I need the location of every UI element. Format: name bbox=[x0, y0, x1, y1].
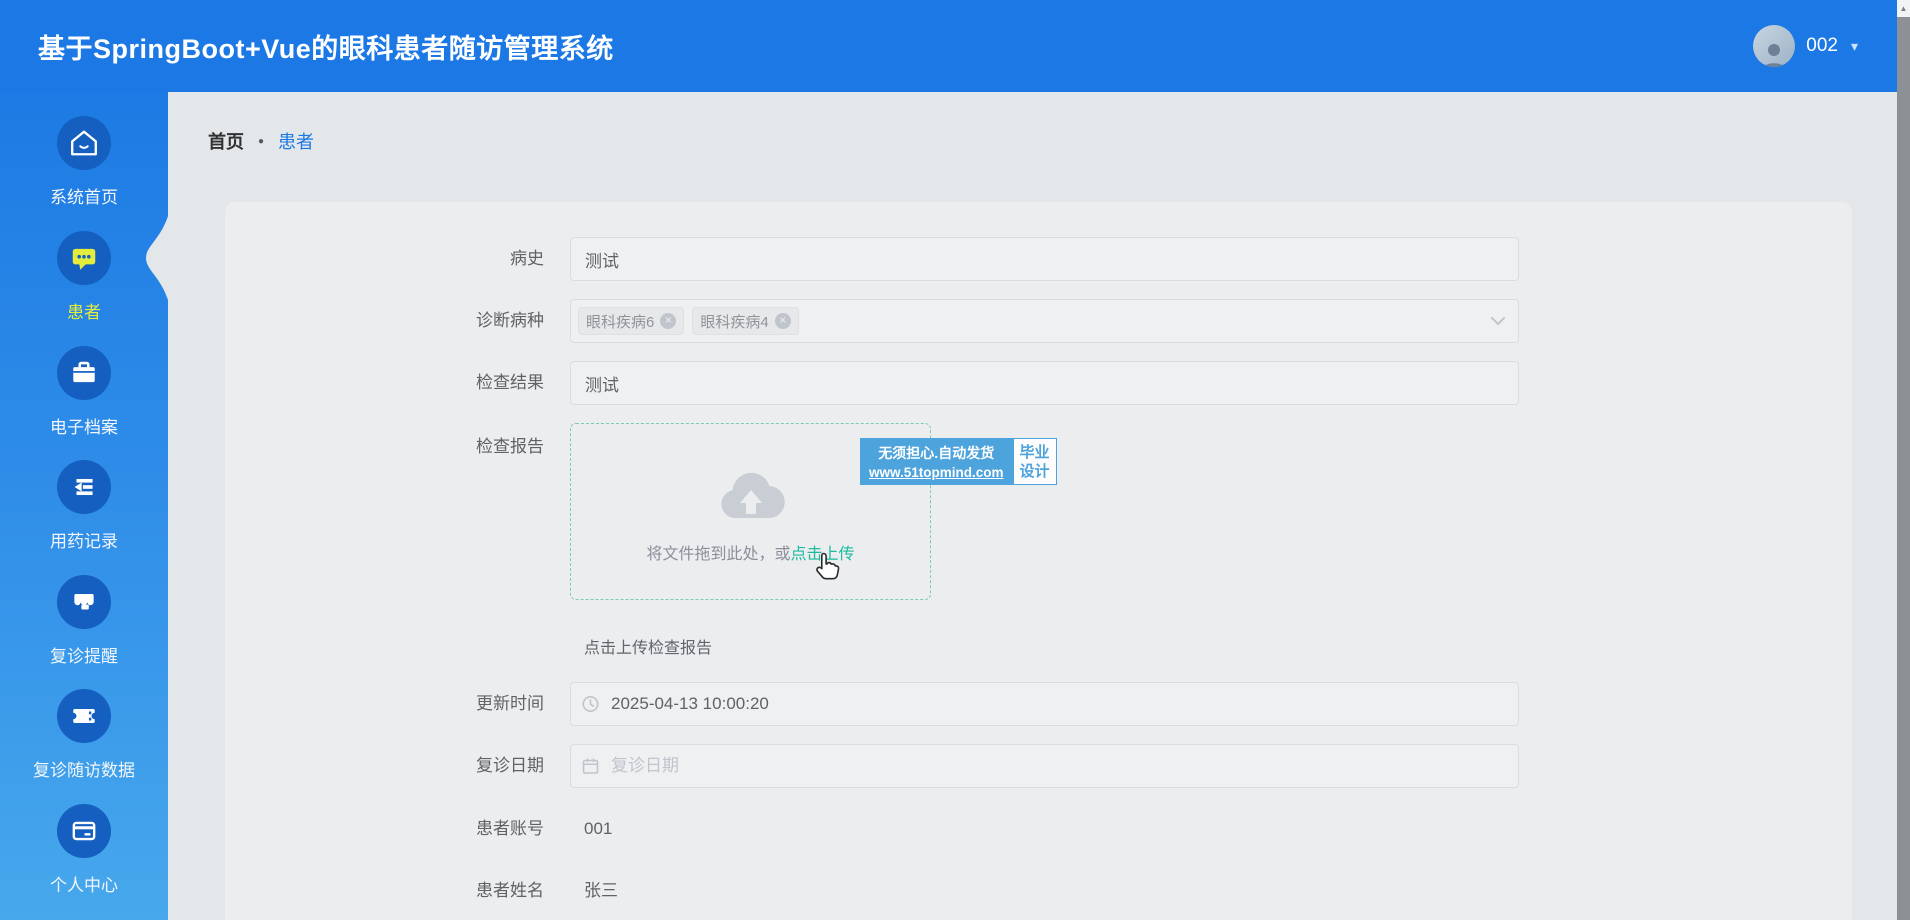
ticket-icon bbox=[70, 709, 98, 723]
username[interactable]: 002 bbox=[1806, 35, 1838, 57]
diagnosis-multiselect[interactable]: 眼科疾病6 × 眼科疾病4 × bbox=[570, 299, 1519, 343]
breadcrumb: 首页 ● 患者 bbox=[208, 128, 314, 154]
update-time-label: 更新时间 bbox=[476, 694, 544, 713]
watermark-link: www.51topmind.com bbox=[869, 465, 1004, 480]
chat-bubble-icon bbox=[72, 248, 96, 270]
form-row-medical-history: 病史 bbox=[225, 237, 1852, 281]
sidebar-nav: 系统首页 患者 电子档案 用药记录 复诊提醒 复诊随访数据 个人中心 bbox=[0, 92, 168, 920]
diagnosis-tag: 眼科疾病6 × bbox=[578, 307, 685, 335]
sidebar-item-label: 复诊随访数据 bbox=[33, 761, 135, 780]
list-arrow-icon bbox=[74, 478, 93, 496]
sidebar-item-label: 复诊提醒 bbox=[50, 647, 118, 666]
patient-form-card: 病史 诊断病种 眼科疾病6 × 眼科疾病4 × 检查 bbox=[225, 202, 1852, 920]
patient-account-value: 001 bbox=[584, 819, 613, 838]
page-scrollbar[interactable]: ▲ bbox=[1897, 0, 1910, 920]
revisit-date-label: 复诊日期 bbox=[476, 756, 544, 775]
medical-history-label: 病史 bbox=[510, 249, 544, 268]
chevron-down-icon[interactable]: ▾ bbox=[1851, 38, 1858, 55]
reminder-icon bbox=[74, 593, 94, 610]
exam-result-input[interactable] bbox=[570, 361, 1519, 405]
upload-hint-text: 点击上传检查报告 bbox=[584, 640, 713, 657]
tag-label: 眼科疾病6 bbox=[586, 313, 655, 331]
form-row-diagnosis: 诊断病种 眼科疾病6 × 眼科疾病4 × bbox=[225, 299, 1852, 343]
app-title: 基于SpringBoot+Vue的眼科患者随访管理系统 bbox=[38, 33, 614, 64]
avatar[interactable] bbox=[1753, 25, 1796, 67]
sidebar-item-label: 个人中心 bbox=[50, 876, 118, 895]
user-menu[interactable]: 002 ▾ bbox=[1753, 25, 1858, 67]
exam-report-label: 检查报告 bbox=[476, 437, 544, 456]
medical-history-input[interactable] bbox=[570, 237, 1519, 281]
breadcrumb-current[interactable]: 患者 bbox=[278, 128, 314, 154]
form-row-update-time: 更新时间 bbox=[225, 682, 1852, 726]
breadcrumb-home[interactable]: 首页 bbox=[208, 128, 244, 154]
tag-label: 眼科疾病4 bbox=[700, 313, 769, 331]
sidebar-item-label: 用药记录 bbox=[50, 532, 118, 551]
sidebar-item-label: 电子档案 bbox=[50, 418, 118, 437]
scroll-up-icon[interactable]: ▲ bbox=[1897, 0, 1910, 17]
briefcase-icon bbox=[73, 361, 95, 383]
sidebar-item-followup-data[interactable]: 复诊随访数据 bbox=[0, 689, 168, 781]
revisit-date-input[interactable] bbox=[570, 744, 1519, 788]
sidebar-item-patients[interactable]: 患者 bbox=[0, 231, 168, 323]
sidebar-item-label: 系统首页 bbox=[50, 188, 118, 207]
form-row-exam-result: 检查结果 bbox=[225, 361, 1852, 405]
sidebar-item-home[interactable]: 系统首页 bbox=[0, 116, 168, 208]
person-silhouette-icon bbox=[1763, 44, 1786, 67]
tag-close-icon[interactable]: × bbox=[660, 313, 677, 329]
sidebar-item-profile[interactable]: 个人中心 bbox=[0, 804, 168, 896]
form-row-revisit-date: 复诊日期 bbox=[225, 744, 1852, 788]
clock-icon bbox=[582, 696, 599, 712]
patient-name-label: 患者姓名 bbox=[476, 881, 544, 900]
tag-close-icon[interactable]: × bbox=[774, 313, 791, 329]
form-row-upload-hint: 点击上传检查报告 bbox=[225, 634, 1852, 658]
sidebar-item-medication[interactable]: 用药记录 bbox=[0, 460, 168, 552]
hand-cursor-icon bbox=[816, 552, 840, 580]
watermark-badge: 毕业 设计 bbox=[1012, 438, 1057, 485]
breadcrumb-separator-dot: ● bbox=[258, 135, 265, 147]
sidebar-item-label: 患者 bbox=[67, 303, 101, 322]
update-time-input[interactable] bbox=[570, 682, 1519, 726]
chevron-down-icon bbox=[1491, 317, 1505, 326]
patient-name-value: 张三 bbox=[584, 881, 618, 900]
id-card-icon bbox=[72, 821, 96, 841]
form-row-patient-name: 患者姓名 张三 bbox=[225, 880, 1852, 902]
upload-cloud-icon bbox=[720, 472, 785, 519]
calendar-icon bbox=[582, 758, 599, 774]
active-item-notch bbox=[146, 216, 168, 300]
scrollbar-thumb[interactable] bbox=[1897, 17, 1910, 920]
dropzone-text: 将文件拖到此处，或点击上传 bbox=[571, 540, 930, 564]
app-header: 基于SpringBoot+Vue的眼科患者随访管理系统 002 ▾ bbox=[0, 0, 1910, 92]
sidebar-item-revisit-reminder[interactable]: 复诊提醒 bbox=[0, 575, 168, 667]
form-row-patient-account: 患者账号 001 bbox=[225, 818, 1852, 840]
exam-result-label: 检查结果 bbox=[476, 373, 544, 392]
watermark-line1: 无须担心.自动发货 bbox=[878, 445, 995, 461]
diagnosis-label: 诊断病种 bbox=[476, 311, 544, 330]
sidebar-item-archives[interactable]: 电子档案 bbox=[0, 346, 168, 438]
watermark-banner: 无须担心.自动发货 www.51topmind.com 毕业 设计 bbox=[860, 438, 1057, 485]
diagnosis-tag: 眼科疾病4 × bbox=[692, 307, 799, 335]
home-icon bbox=[71, 130, 97, 156]
patient-account-label: 患者账号 bbox=[476, 819, 544, 838]
